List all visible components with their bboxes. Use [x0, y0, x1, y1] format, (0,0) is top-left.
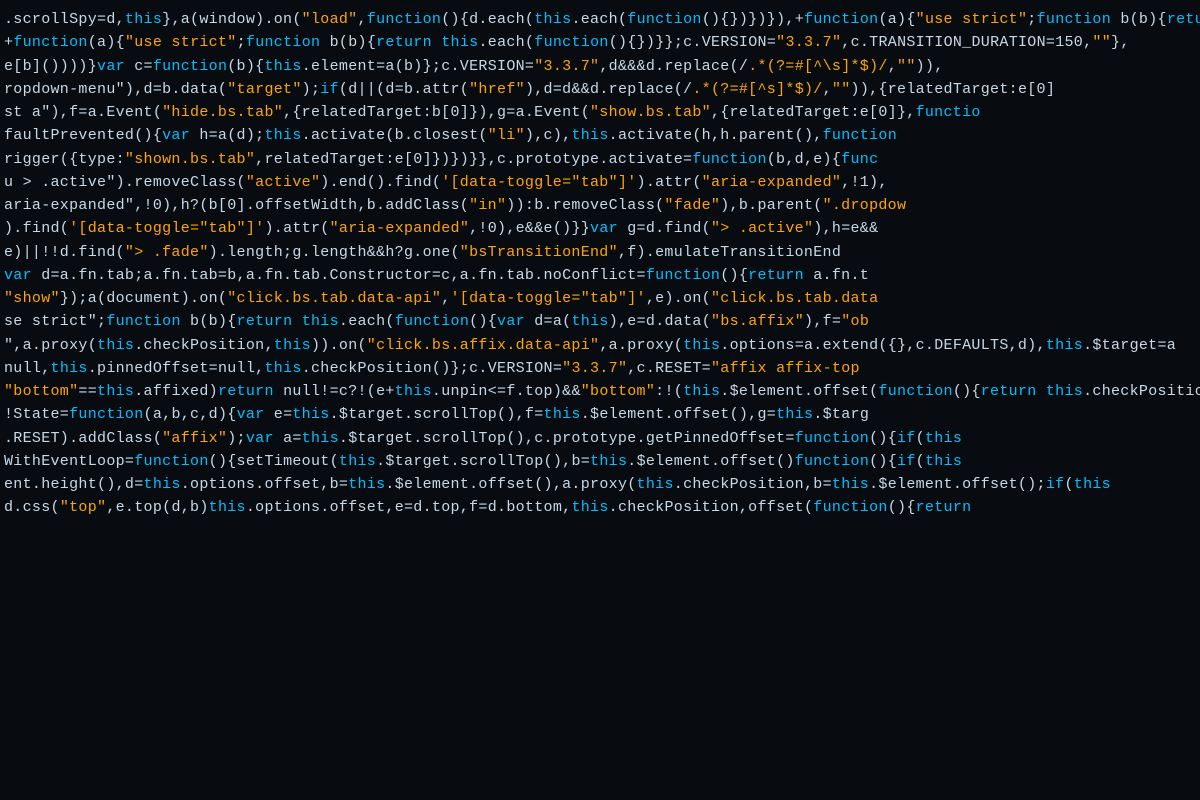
code-line: se strict";function b(b){return this.eac… — [0, 310, 1200, 333]
code-line: +function(a){"use strict";function b(b){… — [0, 31, 1200, 54]
code-display: .scrollSpy=d,this},a(window).on("load",f… — [0, 0, 1200, 800]
code-line: !State=function(a,b,c,d){var e=this.$tar… — [0, 403, 1200, 426]
code-line: null,this.pinnedOffset=null,this.checkPo… — [0, 357, 1200, 380]
code-line: ).find('[data-toggle="tab"]').attr("aria… — [0, 217, 1200, 240]
code-line: .scrollSpy=d,this},a(window).on("load",f… — [0, 8, 1200, 31]
code-line: faultPrevented(){var h=a(d);this.activat… — [0, 124, 1200, 147]
code-line: "show"});a(document).on("click.bs.tab.da… — [0, 287, 1200, 310]
code-line: d.css("top",e.top(d,b)this.options.offse… — [0, 496, 1200, 519]
code-line: e)||!!d.find("> .fade").length;g.length&… — [0, 241, 1200, 264]
code-line: "bottom"==this.affixed)return null!=c?!(… — [0, 380, 1200, 403]
code-line: e[b]())))}var c=function(b){this.element… — [0, 55, 1200, 78]
code-line: u > .active").removeClass("active").end(… — [0, 171, 1200, 194]
code-line: st a"),f=a.Event("hide.bs.tab",{relatedT… — [0, 101, 1200, 124]
code-line: ent.height(),d=this.options.offset,b=thi… — [0, 473, 1200, 496]
code-line: aria-expanded",!0),h?(b[0].offsetWidth,b… — [0, 194, 1200, 217]
code-line: ",a.proxy(this.checkPosition,this)).on("… — [0, 334, 1200, 357]
code-line: .RESET).addClass("affix");var a=this.$ta… — [0, 427, 1200, 450]
code-line: WithEventLoop=function(){setTimeout(this… — [0, 450, 1200, 473]
code-line: ropdown-menu"),d=b.data("target");if(d||… — [0, 78, 1200, 101]
code-line: rigger({type:"shown.bs.tab",relatedTarge… — [0, 148, 1200, 171]
code-line: var d=a.fn.tab;a.fn.tab=b,a.fn.tab.Const… — [0, 264, 1200, 287]
